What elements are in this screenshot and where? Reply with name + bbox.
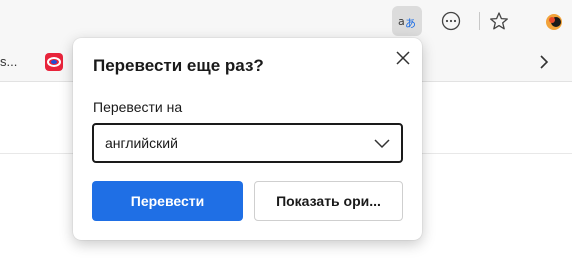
close-button[interactable] [391, 46, 415, 70]
show-original-button[interactable]: Показать ори... [254, 181, 403, 221]
chevron-right-icon[interactable] [534, 52, 554, 72]
more-button[interactable] [436, 6, 466, 36]
svg-text:あ: あ [405, 17, 416, 30]
chevron-down-icon [374, 139, 390, 149]
translate-button-primary[interactable]: Перевести [92, 181, 243, 221]
favorite-site-icon[interactable] [44, 52, 64, 72]
translate-again-dialog: Перевести еще раз? Перевести на английск… [73, 38, 422, 240]
browser-toolbar: a あ [0, 0, 572, 42]
svg-text:a: a [398, 15, 405, 28]
favorite-star-icon [490, 12, 508, 30]
close-icon [396, 51, 410, 65]
translate-icon: a あ [398, 15, 416, 30]
translate-button[interactable]: a あ [392, 6, 422, 36]
profile-icon [546, 14, 562, 30]
selected-language: английский [105, 135, 178, 151]
favorite-item-label[interactable]: s... [0, 54, 17, 69]
target-language-label: Перевести на [93, 99, 183, 115]
more-icon [441, 11, 461, 31]
profile-button[interactable] [542, 10, 566, 34]
favorite-button[interactable] [484, 6, 514, 36]
dialog-title: Перевести еще раз? [93, 56, 264, 75]
target-language-select[interactable]: английский [92, 123, 403, 163]
toolbar-separator [479, 12, 480, 30]
